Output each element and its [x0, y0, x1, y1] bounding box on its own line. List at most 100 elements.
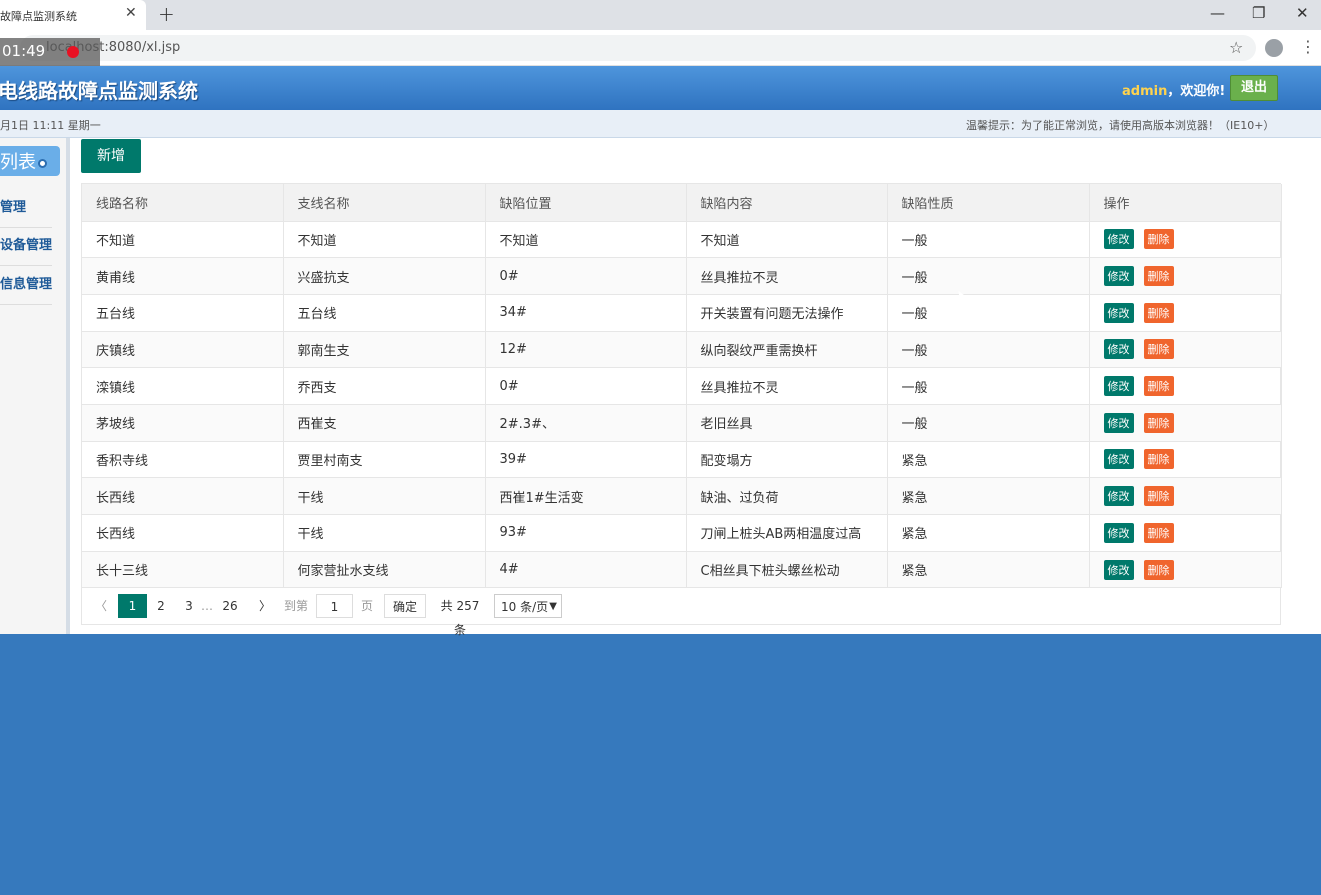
table-cell: 不知道: [686, 221, 888, 259]
actions-cell: 修改 删除: [1089, 404, 1282, 442]
tab-title: 故障点监测系统: [0, 10, 77, 23]
table-cell: 不知道: [485, 221, 687, 259]
table-row: 香积寺线 贾里村南支 39# 配变塌方 紧急 修改 删除: [82, 441, 1282, 479]
circle-icon: [38, 158, 47, 168]
table-cell: 干线: [283, 514, 486, 552]
actions-cell: 修改 删除: [1089, 551, 1282, 589]
total-count: 共 257 条: [440, 599, 480, 637]
new-tab-icon[interactable]: +: [158, 2, 175, 26]
table-cell: 庆镇线: [82, 331, 284, 369]
restore-icon[interactable]: ❐: [1252, 4, 1265, 22]
table-cell: 丝具推拉不灵: [686, 367, 888, 405]
browser-tab[interactable]: 故障点监测系统 ✕: [0, 0, 146, 30]
table-cell: 一般: [887, 221, 1090, 259]
edit-button[interactable]: 修改: [1103, 302, 1134, 323]
url-field[interactable]: [20, 35, 1256, 61]
actions-cell: 修改 删除: [1089, 441, 1282, 479]
table-cell: C相丝具下桩头螺丝松动: [686, 551, 888, 589]
data-grid: 线路名称 支线名称 缺陷位置 缺陷内容 缺陷性质 操作 不知道 不知道 不知道 不知道…: [81, 183, 1282, 637]
delete-button[interactable]: 删除: [1143, 522, 1174, 543]
edit-button[interactable]: 修改: [1103, 559, 1134, 580]
welcome-text: admin，欢迎你!: [1122, 80, 1225, 99]
table-row: 长西线 干线 西崔1#生活变 缺油、过负荷 紧急 修改 删除: [82, 477, 1282, 515]
goto-page-input[interactable]: 1: [316, 594, 353, 618]
table-cell: 长十三线: [82, 551, 284, 589]
actions-cell: 修改 删除: [1089, 294, 1282, 332]
sidebar-item-2[interactable]: 设备管理: [0, 234, 52, 266]
actions-cell: 修改 删除: [1089, 514, 1282, 552]
delete-button[interactable]: 删除: [1143, 559, 1174, 580]
bookmark-star-icon[interactable]: ☆: [1229, 38, 1243, 57]
edit-button[interactable]: 修改: [1103, 522, 1134, 543]
table-row: 五台线 五台线 34# 开关装置有问题无法操作 一般 修改 删除: [82, 294, 1282, 332]
delete-button[interactable]: 删除: [1143, 449, 1174, 470]
recording-icon: [67, 46, 79, 58]
table-row: 长西线 干线 93# 刀闸上桩头AB两相温度过高 紧急 修改 删除: [82, 514, 1282, 552]
table-row: 不知道 不知道 不知道 不知道 一般 修改 删除: [82, 221, 1282, 259]
table-cell: 西崔支: [283, 404, 486, 442]
page-size-select[interactable]: 10 条/页 ▼: [494, 594, 562, 618]
next-page-icon[interactable]: 〉: [258, 594, 272, 618]
page-1[interactable]: 1: [118, 594, 147, 618]
delete-button[interactable]: 删除: [1143, 229, 1174, 250]
data-table: 线路名称 支线名称 缺陷位置 缺陷内容 缺陷性质 操作 不知道 不知道 不知道 不知道…: [82, 184, 1282, 589]
profile-avatar-icon[interactable]: [1265, 39, 1283, 57]
edit-button[interactable]: 修改: [1103, 229, 1134, 250]
delete-button[interactable]: 删除: [1143, 266, 1174, 287]
table-cell: 紧急: [887, 551, 1090, 589]
page-ellipsis: …: [201, 599, 213, 613]
actions-cell: 修改 删除: [1089, 367, 1282, 405]
goto-confirm-button[interactable]: 确定: [384, 594, 426, 618]
column-header: 缺陷内容: [686, 184, 888, 222]
sidebar: 列表 管理 设备管理 信息管理: [0, 138, 70, 634]
main-content: 新增 线路名称 支线名称 缺陷位置 缺陷内容 缺陷性质 操作 不知道 不知道 不知道…: [70, 138, 1321, 637]
table-cell: 刀闸上桩头AB两相温度过高: [686, 514, 888, 552]
table-cell: 39#: [485, 441, 687, 479]
table-cell: 0#: [485, 367, 687, 405]
edit-button[interactable]: 修改: [1103, 339, 1134, 360]
edit-button[interactable]: 修改: [1103, 376, 1134, 397]
address-bar: [0, 30, 1321, 66]
table-cell: 五台线: [82, 294, 284, 332]
table-cell: 贾里村南支: [283, 441, 486, 479]
delete-button[interactable]: 删除: [1143, 486, 1174, 507]
table-cell: 长西线: [82, 514, 284, 552]
prev-page-icon[interactable]: 〈: [94, 594, 108, 618]
column-header: 操作: [1089, 184, 1282, 222]
column-header: 缺陷位置: [485, 184, 687, 222]
table-cell: 滦镇线: [82, 367, 284, 405]
table-header-row: 线路名称 支线名称 缺陷位置 缺陷内容 缺陷性质 操作: [82, 184, 1282, 222]
table-cell: 紧急: [887, 514, 1090, 552]
close-window-icon[interactable]: ✕: [1296, 4, 1309, 22]
logout-button[interactable]: 退出: [1230, 75, 1278, 101]
browser-menu-icon[interactable]: ⋮: [1300, 37, 1316, 56]
table-cell: 配变塌方: [686, 441, 888, 479]
sidebar-item-1[interactable]: 管理: [0, 196, 52, 228]
page-last[interactable]: 26: [220, 594, 240, 618]
delete-button[interactable]: 删除: [1143, 412, 1174, 433]
page-2[interactable]: 2: [154, 594, 168, 618]
table-cell: 乔西支: [283, 367, 486, 405]
recording-timer: 01:49: [0, 38, 100, 66]
edit-button[interactable]: 修改: [1103, 486, 1134, 507]
delete-button[interactable]: 删除: [1143, 376, 1174, 397]
table-cell: 一般: [887, 404, 1090, 442]
edit-button[interactable]: 修改: [1103, 449, 1134, 470]
browser-tip: 温馨提示：为了能正常浏览，请使用高版本浏览器！（IE10+）: [966, 119, 1275, 132]
sidebar-item-3[interactable]: 信息管理: [0, 273, 52, 305]
minimize-icon[interactable]: —: [1210, 4, 1225, 22]
table-cell: 纵向裂纹严重需换杆: [686, 331, 888, 369]
table-cell: 何家营扯水支线: [283, 551, 486, 589]
tab-close-icon[interactable]: ✕: [125, 5, 137, 21]
delete-button[interactable]: 删除: [1143, 302, 1174, 323]
edit-button[interactable]: 修改: [1103, 412, 1134, 433]
add-button[interactable]: 新增: [81, 139, 141, 173]
pagination: 〈 1 2 3 … 26 〉 到第 1 页 确定 共 257 条 10 条/页 …: [82, 588, 1281, 637]
sidebar-heading[interactable]: 列表: [0, 146, 60, 176]
table-cell: 西崔1#生活变: [485, 477, 687, 515]
delete-button[interactable]: 删除: [1143, 339, 1174, 360]
page-3[interactable]: 3: [182, 594, 196, 618]
actions-cell: 修改 删除: [1089, 257, 1282, 295]
edit-button[interactable]: 修改: [1103, 266, 1134, 287]
table-cell: 一般: [887, 367, 1090, 405]
